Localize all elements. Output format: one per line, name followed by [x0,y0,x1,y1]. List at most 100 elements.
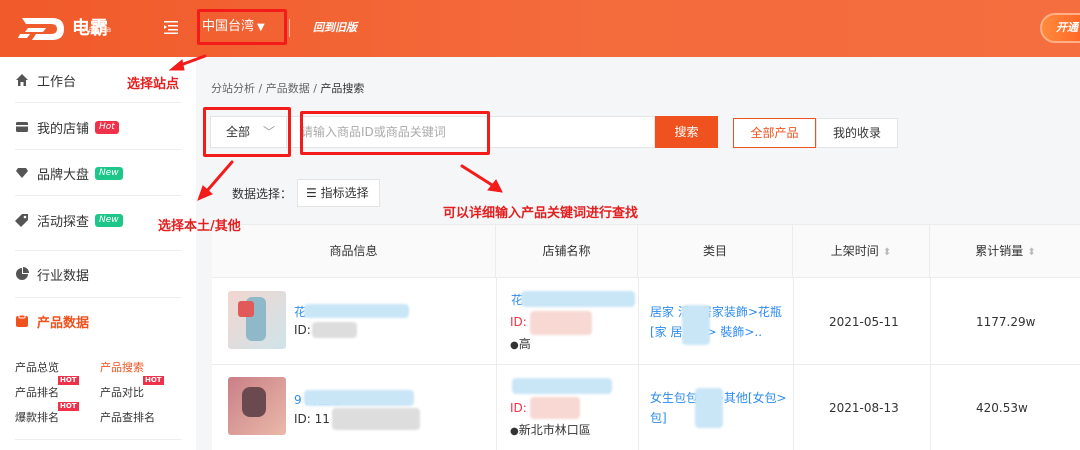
product-table: 商品信息 店铺名称 类目 上架时间⬍ 累计销量⬍ 花 ID: 7103 花 ID… [212,224,1080,450]
sidebar-item-label: 行业数据 [37,268,90,284]
redacted-blur [304,390,414,406]
listed-date: 2021-05-11 [829,315,899,329]
annotation-box-region [197,9,287,45]
sidebar-item-activity-explore[interactable]: 活动探查 New [15,208,181,232]
divider [15,149,181,150]
listed-date: 2021-08-13 [829,401,899,415]
breadcrumb-current: 产品搜索 [320,82,365,95]
divider [15,195,181,196]
redacted-blur [512,378,612,394]
sidebar-item-product-data[interactable]: 产品数据 [15,309,181,333]
hot-badge: HOT [58,402,79,411]
product-id: ID: 11 [294,412,330,426]
annotation-select-local: 选择本土/其他 [158,219,241,234]
list-icon: ☰ [306,186,317,200]
sub-link-product-ranking[interactable]: 产品排名 [15,384,59,400]
product-thumbnail[interactable] [228,291,286,349]
sort-icon[interactable]: ⬍ [1027,247,1035,258]
sidebar-item-label: 品牌大盘 [37,167,90,183]
divider [638,277,639,450]
breadcrumb-item[interactable]: 分站分析 / [211,82,266,95]
sidebar-item-industry-data[interactable]: 行业数据 [15,262,181,286]
hot-badge: HOT [143,376,164,385]
redacted-blur [304,304,409,318]
column-header-product-info: 商品信息 [212,225,496,277]
sub-link-product-overview[interactable]: 产品总览 [15,359,59,375]
redacted-blur [530,397,580,419]
brand-subtitle: Dian Ba [80,25,112,34]
all-products-button[interactable]: 全部产品 [733,118,816,148]
annotation-keyword-hint: 可以详细输入产品关键词进行查找 [443,206,639,221]
column-header-listed-time[interactable]: 上架时间 ⬍ [793,225,930,277]
sidebar-item-label: 我的店铺 [37,121,90,137]
product-icon [16,314,28,327]
category-path[interactable]: 居家 活>居家装飾>花瓶[家 居生活> 裝飾>.. [650,302,785,342]
sidebar-item-my-shop[interactable]: 我的店铺 Hot [15,115,181,139]
hot-badge: Hot [95,120,119,134]
new-badge: New [95,213,123,227]
sidebar: 工作台 我的店铺 Hot 品牌大盘 New 活动探查 New 行业数据 产品数据… [0,57,196,450]
shop-location: ●高 [510,335,531,352]
breadcrumb-item[interactable]: 产品数据 / [266,82,321,95]
divider [212,277,1080,278]
redacted-blur [530,311,592,335]
arrow-icon [460,164,503,193]
hot-badge: HOT [58,376,79,385]
total-sales: 1177.29w [976,315,1036,329]
logo-icon [18,18,64,40]
sub-link-product-compare[interactable]: 产品对比 [100,384,144,400]
shop-location-text: 高 [518,337,531,351]
redacted-blur [521,291,635,307]
data-select-label: 数据选择： [232,187,293,201]
sub-link-bestseller-ranking[interactable]: 爆款排名 [15,409,59,425]
search-button[interactable]: 搜索 [655,116,718,148]
breadcrumb: 分站分析 / 产品数据 / 产品搜索 [211,80,364,96]
open-membership-button[interactable]: 开通 [1040,13,1080,43]
total-sales: 420.53w [976,401,1028,415]
column-header-shop-name: 店铺名称 [496,225,638,277]
redacted-blur [312,322,357,338]
shop-id: ID: [510,315,527,329]
sub-link-product-rank-lookup[interactable]: 产品查排名 [100,409,155,425]
home-icon [16,74,28,86]
metric-select-button[interactable]: ☰ 指标选择 [297,179,380,207]
sidebar-item-brand-overview[interactable]: 品牌大盘 New [15,161,181,185]
divider [793,277,794,450]
divider [212,364,1080,365]
diamond-icon [16,168,28,178]
annotation-select-site: 选择站点 [127,77,180,92]
divider [15,250,181,251]
sort-icon[interactable]: ⬍ [883,247,891,258]
column-header-label: 上架时间 [830,244,879,258]
column-header-category: 类目 [638,225,793,277]
my-favorites-button[interactable]: 我的收录 [816,118,898,148]
sub-link-product-search[interactable]: 产品搜索 [100,359,144,375]
location-pin-icon: ● [510,426,519,437]
sidebar-item-label: 活动探查 [37,214,90,230]
annotation-box-scope [203,107,291,157]
sidebar-item-label: 工作台 [37,74,77,90]
divider [496,277,497,450]
shop-location-text: 新北市林口區 [518,423,591,437]
redacted-blur [332,408,420,430]
arrow-icon [197,160,234,201]
redacted-blur [695,388,723,428]
shop-id: ID: [510,401,527,415]
divider [15,439,181,440]
product-thumbnail[interactable] [228,377,286,435]
divider [15,102,181,103]
column-header-label: 累计销量 [975,244,1024,258]
metric-select-label: 指标选择 [320,186,369,200]
tag-icon [15,214,28,227]
divider [15,297,181,298]
divider [930,277,931,450]
column-header-total-sales[interactable]: 累计销量 ⬍ [930,225,1080,277]
redacted-blur [682,305,710,345]
menu-toggle-icon[interactable] [164,20,178,34]
location-pin-icon: ● [510,340,519,351]
shop-location: ●新北市林口區 [510,421,591,438]
product-image [242,387,266,417]
old-version-link[interactable]: 回到旧版 [313,19,357,35]
product-image [238,301,254,317]
sidebar-item-label: 产品数据 [37,315,90,331]
